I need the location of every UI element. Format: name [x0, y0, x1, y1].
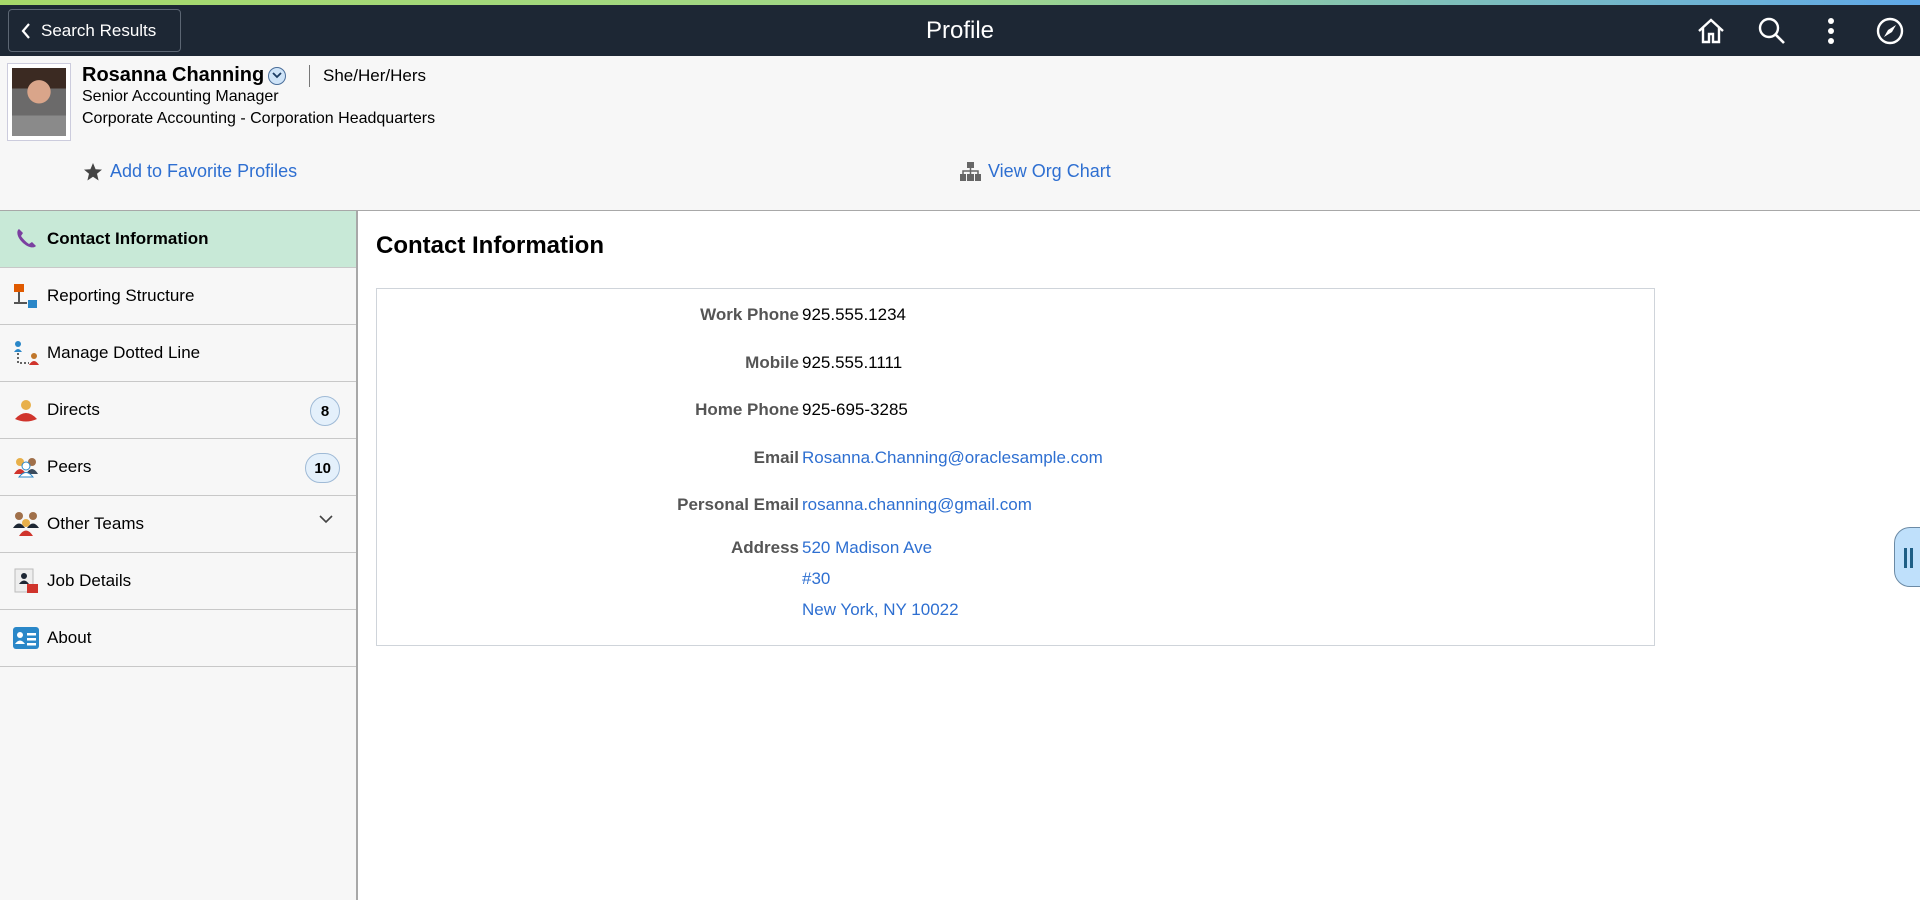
sidebar-item-directs[interactable]: Directs 8	[0, 382, 356, 439]
field-value: 925.555.1234	[802, 305, 906, 324]
peers-count-badge: 10	[305, 453, 340, 483]
chevron-down-icon[interactable]	[318, 514, 334, 524]
field-label: Mobile	[745, 353, 799, 372]
field-label: Personal Email	[677, 495, 799, 514]
favorite-label: Add to Favorite Profiles	[110, 161, 298, 181]
page-title: Profile	[925, 17, 995, 44]
item-label: Manage Dotted Line	[47, 343, 201, 362]
name-text: Rosanna Channing	[82, 64, 265, 86]
department: Corporate Accounting - Corporation Headq…	[82, 110, 436, 127]
chevron-down-icon[interactable]	[268, 66, 287, 85]
item-label: About	[47, 628, 92, 647]
directs-count-badge: 8	[310, 396, 340, 426]
address-line-1[interactable]: 520 Madison Ave	[802, 538, 932, 558]
side-panel-handle[interactable]	[1894, 527, 1920, 587]
search-icon[interactable]	[1756, 15, 1788, 47]
field-label: Address	[730, 538, 799, 557]
contact-details-panel: Work Phone 925.555.1234 Mobile 925.555.111…	[376, 288, 1655, 646]
field-label: Home Phone	[695, 400, 799, 419]
sidebar-item-peers[interactable]: Peers 10	[0, 439, 356, 496]
item-label: Reporting Structure	[47, 286, 195, 305]
item-label: Directs	[47, 400, 100, 419]
reporting-structure-icon	[13, 283, 39, 309]
address-line-3[interactable]: New York, NY 10022	[802, 600, 959, 620]
id-card-icon	[13, 625, 39, 651]
home-icon[interactable]	[1695, 15, 1727, 47]
pronouns: She/Her/Hers	[323, 66, 426, 85]
sidebar-item-reporting-structure[interactable]: Reporting Structure	[0, 268, 356, 325]
email-link[interactable]: Rosanna.Channing@oraclesample.com	[802, 448, 1103, 468]
directs-icon	[13, 397, 39, 423]
item-label: Job Details	[47, 571, 132, 590]
job-title: Senior Accounting Manager	[82, 88, 279, 105]
sidebar-item-other-teams[interactable]: Other Teams	[0, 496, 356, 553]
item-label: Contact Information	[47, 229, 209, 248]
profile-name: Rosanna Channing	[82, 64, 287, 87]
field-value: 925-695-3285	[802, 400, 908, 419]
org-chart-icon	[960, 162, 981, 181]
field-value: 925.555.1111	[802, 353, 903, 372]
field-label: Work Phone	[700, 305, 799, 324]
sidebar-item-job-details[interactable]: Job Details	[0, 553, 356, 610]
profile-header: Rosanna Channing She/Her/Hers Senior Acc…	[0, 56, 1920, 211]
dotted-line-icon	[13, 340, 39, 366]
view-org-chart-link[interactable]: View Org Chart	[960, 161, 1111, 182]
field-label: Email	[753, 448, 799, 467]
star-icon	[84, 162, 102, 180]
address-line-2[interactable]: #30	[802, 569, 830, 589]
section-title: Contact Information	[376, 232, 604, 259]
other-teams-icon	[13, 511, 39, 537]
divider	[309, 65, 310, 87]
add-favorite-link[interactable]: Add to Favorite Profiles	[83, 161, 297, 182]
item-label: Other Teams	[47, 514, 145, 533]
peers-icon	[13, 454, 39, 480]
sidebar: Contact Information Reporting Structure …	[0, 211, 358, 900]
sidebar-item-contact-information[interactable]: Contact Information	[0, 211, 356, 268]
top-banner: Search Results Profile	[0, 5, 1920, 56]
personal-email-link[interactable]: rosanna.channing@gmail.com	[802, 495, 1032, 515]
phone-icon	[13, 226, 39, 252]
navigator-icon[interactable]	[1874, 15, 1906, 47]
profile-photo	[7, 63, 71, 141]
sidebar-item-manage-dotted-line[interactable]: Manage Dotted Line	[0, 325, 356, 382]
job-details-icon	[13, 568, 39, 594]
more-icon[interactable]	[1815, 15, 1847, 47]
sidebar-item-about[interactable]: About	[0, 610, 356, 667]
item-label: Peers	[47, 457, 92, 476]
org-chart-label: View Org Chart	[988, 161, 1111, 181]
